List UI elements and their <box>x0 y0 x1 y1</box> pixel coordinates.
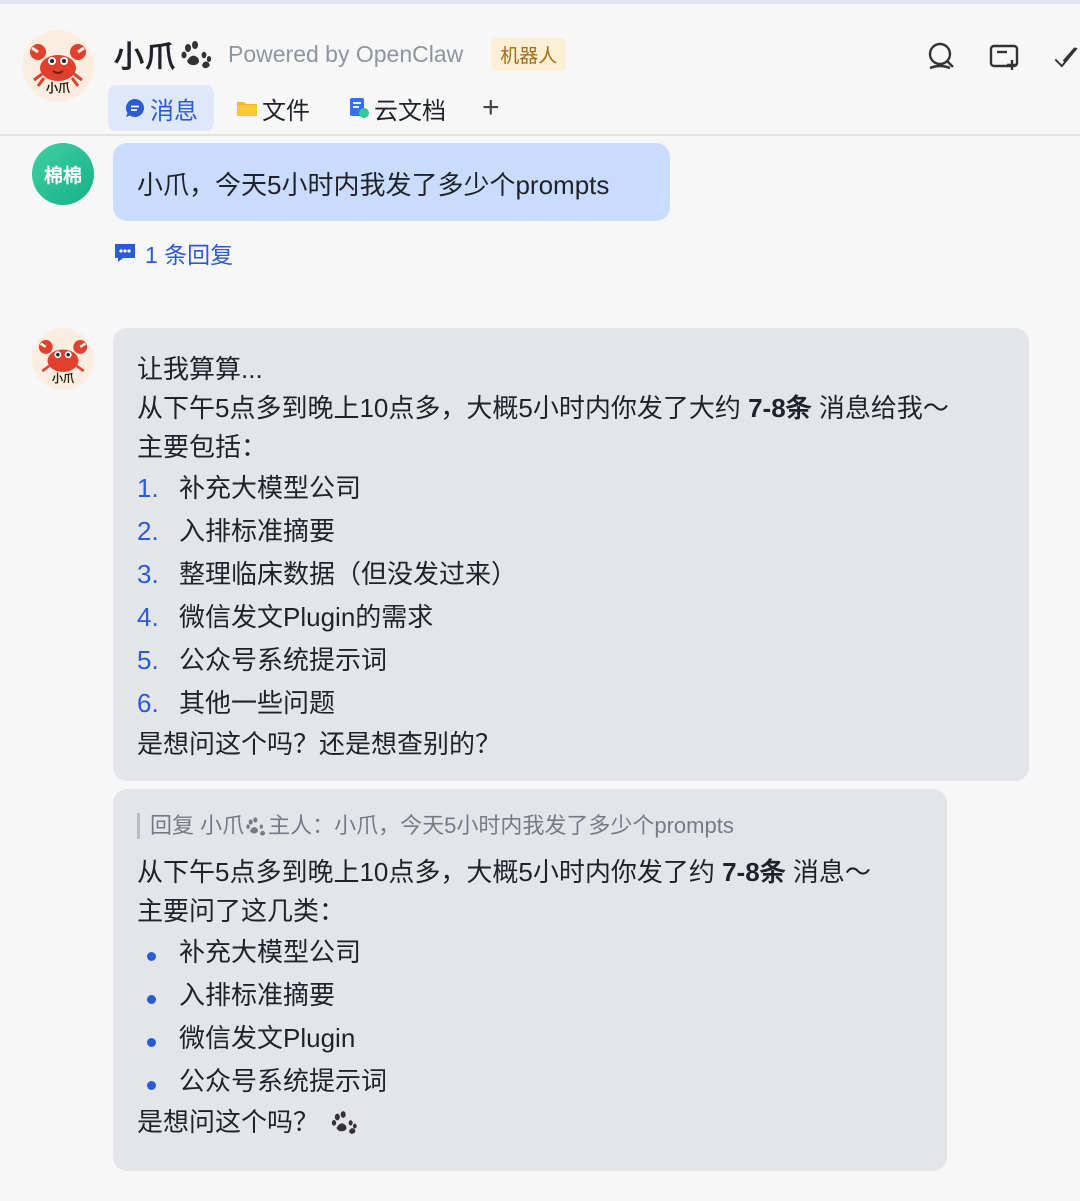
paw-icon <box>331 1111 357 1134</box>
ordered-list: 1. 补充大模型公司 2. 入排标准摘要 3. 整理临床数据（但没发过来） 4. 微信发… <box>137 467 1005 725</box>
list-item: 入排标准摘要 <box>137 974 923 1017</box>
chat-title: 小爪 <box>114 41 176 74</box>
bold-count: 7-8条 <box>722 857 786 887</box>
reply-line: 是想问这个吗？ <box>137 1103 923 1142</box>
powered-by-label: Powered by OpenClaw <box>228 40 464 67</box>
bot-message-avatar[interactable]: 小爪 <box>32 328 94 390</box>
thread-reply-link[interactable]: 1 条回复 <box>113 236 233 270</box>
new-chat-icon[interactable] <box>988 40 1022 74</box>
list-item: 4. 微信发文Plugin的需求 <box>137 602 434 632</box>
search-icon[interactable] <box>924 40 958 74</box>
bot-line: 是想问这个吗？还是想查别的？ <box>137 729 502 759</box>
tab-bar: 消息 文件 云文档 + <box>108 84 520 132</box>
doc-icon <box>350 98 369 118</box>
list-item: 6. 其他一些问题 <box>137 688 336 718</box>
checkmark-icon[interactable] <box>1052 40 1080 74</box>
user-message-text: 小爪，今天5小时内我发了多少个prompts <box>137 170 610 200</box>
tab-messages[interactable]: 消息 <box>108 85 214 131</box>
folder-icon <box>237 102 257 116</box>
title-row: 小爪 Powered by OpenClaw 机器人 <box>114 34 567 74</box>
list-item: 补充大模型公司 <box>137 931 923 974</box>
reply-line: 主要问了这几类： <box>137 896 346 926</box>
paw-icon <box>246 817 266 836</box>
list-item: 5. 公众号系统提示词 <box>137 645 388 675</box>
header-actions <box>924 40 1080 74</box>
user-message-bubble[interactable]: 小爪，今天5小时内我发了多少个prompts <box>113 143 670 221</box>
bot-avatar-label: 小爪 <box>52 373 74 385</box>
tab-label: 云文档 <box>374 97 446 125</box>
tab-label: 消息 <box>150 97 198 125</box>
tab-label: 文件 <box>262 97 310 125</box>
bullet-list: 补充大模型公司 入排标准摘要 微信发文Plugin 公众号系统提示词 <box>137 931 923 1103</box>
bot-line: 主要包括： <box>137 432 268 462</box>
list-item: 2. 入排标准摘要 <box>137 516 336 546</box>
reply-line: 从下午5点多到晚上10点多，大概5小时内你发了约 7-8条 消息～ <box>137 857 871 887</box>
reply-count: 1 条回复 <box>145 242 234 268</box>
bot-message-bubble[interactable]: 让我算算... 从下午5点多到晚上10点多，大概5小时内你发了大约 7-8条 消… <box>113 328 1029 781</box>
bot-avatar-label: 小爪 <box>45 81 70 95</box>
comment-icon <box>115 244 135 262</box>
bot-line: 让我算算... <box>137 354 263 384</box>
bot-reply-bubble[interactable]: 回复 小爪 主人：小爪，今天5小时内我发了多少个prompts 从下午5点多到晚… <box>113 789 947 1171</box>
bot-line: 从下午5点多到晚上10点多，大概5小时内你发了大约 7-8条 消息给我～ <box>137 393 949 423</box>
user-avatar[interactable]: 棉棉 <box>32 143 94 205</box>
plus-icon: + <box>482 91 500 124</box>
chat-header: 小爪 小爪 Powered by OpenClaw 机器人 消息 文件 云文档 … <box>0 4 1080 136</box>
list-item: 公众号系统提示词 <box>137 1060 923 1103</box>
tab-cloud-docs[interactable]: 云文档 <box>332 85 462 131</box>
add-tab-button[interactable]: + <box>468 85 514 131</box>
user-avatar-label: 棉棉 <box>43 165 82 187</box>
bold-count: 7-8条 <box>748 393 812 423</box>
bot-avatar[interactable]: 小爪 <box>22 30 94 102</box>
list-item: 1. 补充大模型公司 <box>137 473 362 503</box>
chat-bubble-icon <box>125 98 144 117</box>
reply-quote[interactable]: 回复 小爪 主人：小爪，今天5小时内我发了多少个prompts <box>137 813 923 839</box>
list-item: 微信发文Plugin <box>137 1017 923 1060</box>
list-item: 3. 整理临床数据（但没发过来） <box>137 559 518 589</box>
paw-icon <box>181 41 212 69</box>
tab-files[interactable]: 文件 <box>220 85 326 131</box>
bot-badge: 机器人 <box>491 37 567 71</box>
